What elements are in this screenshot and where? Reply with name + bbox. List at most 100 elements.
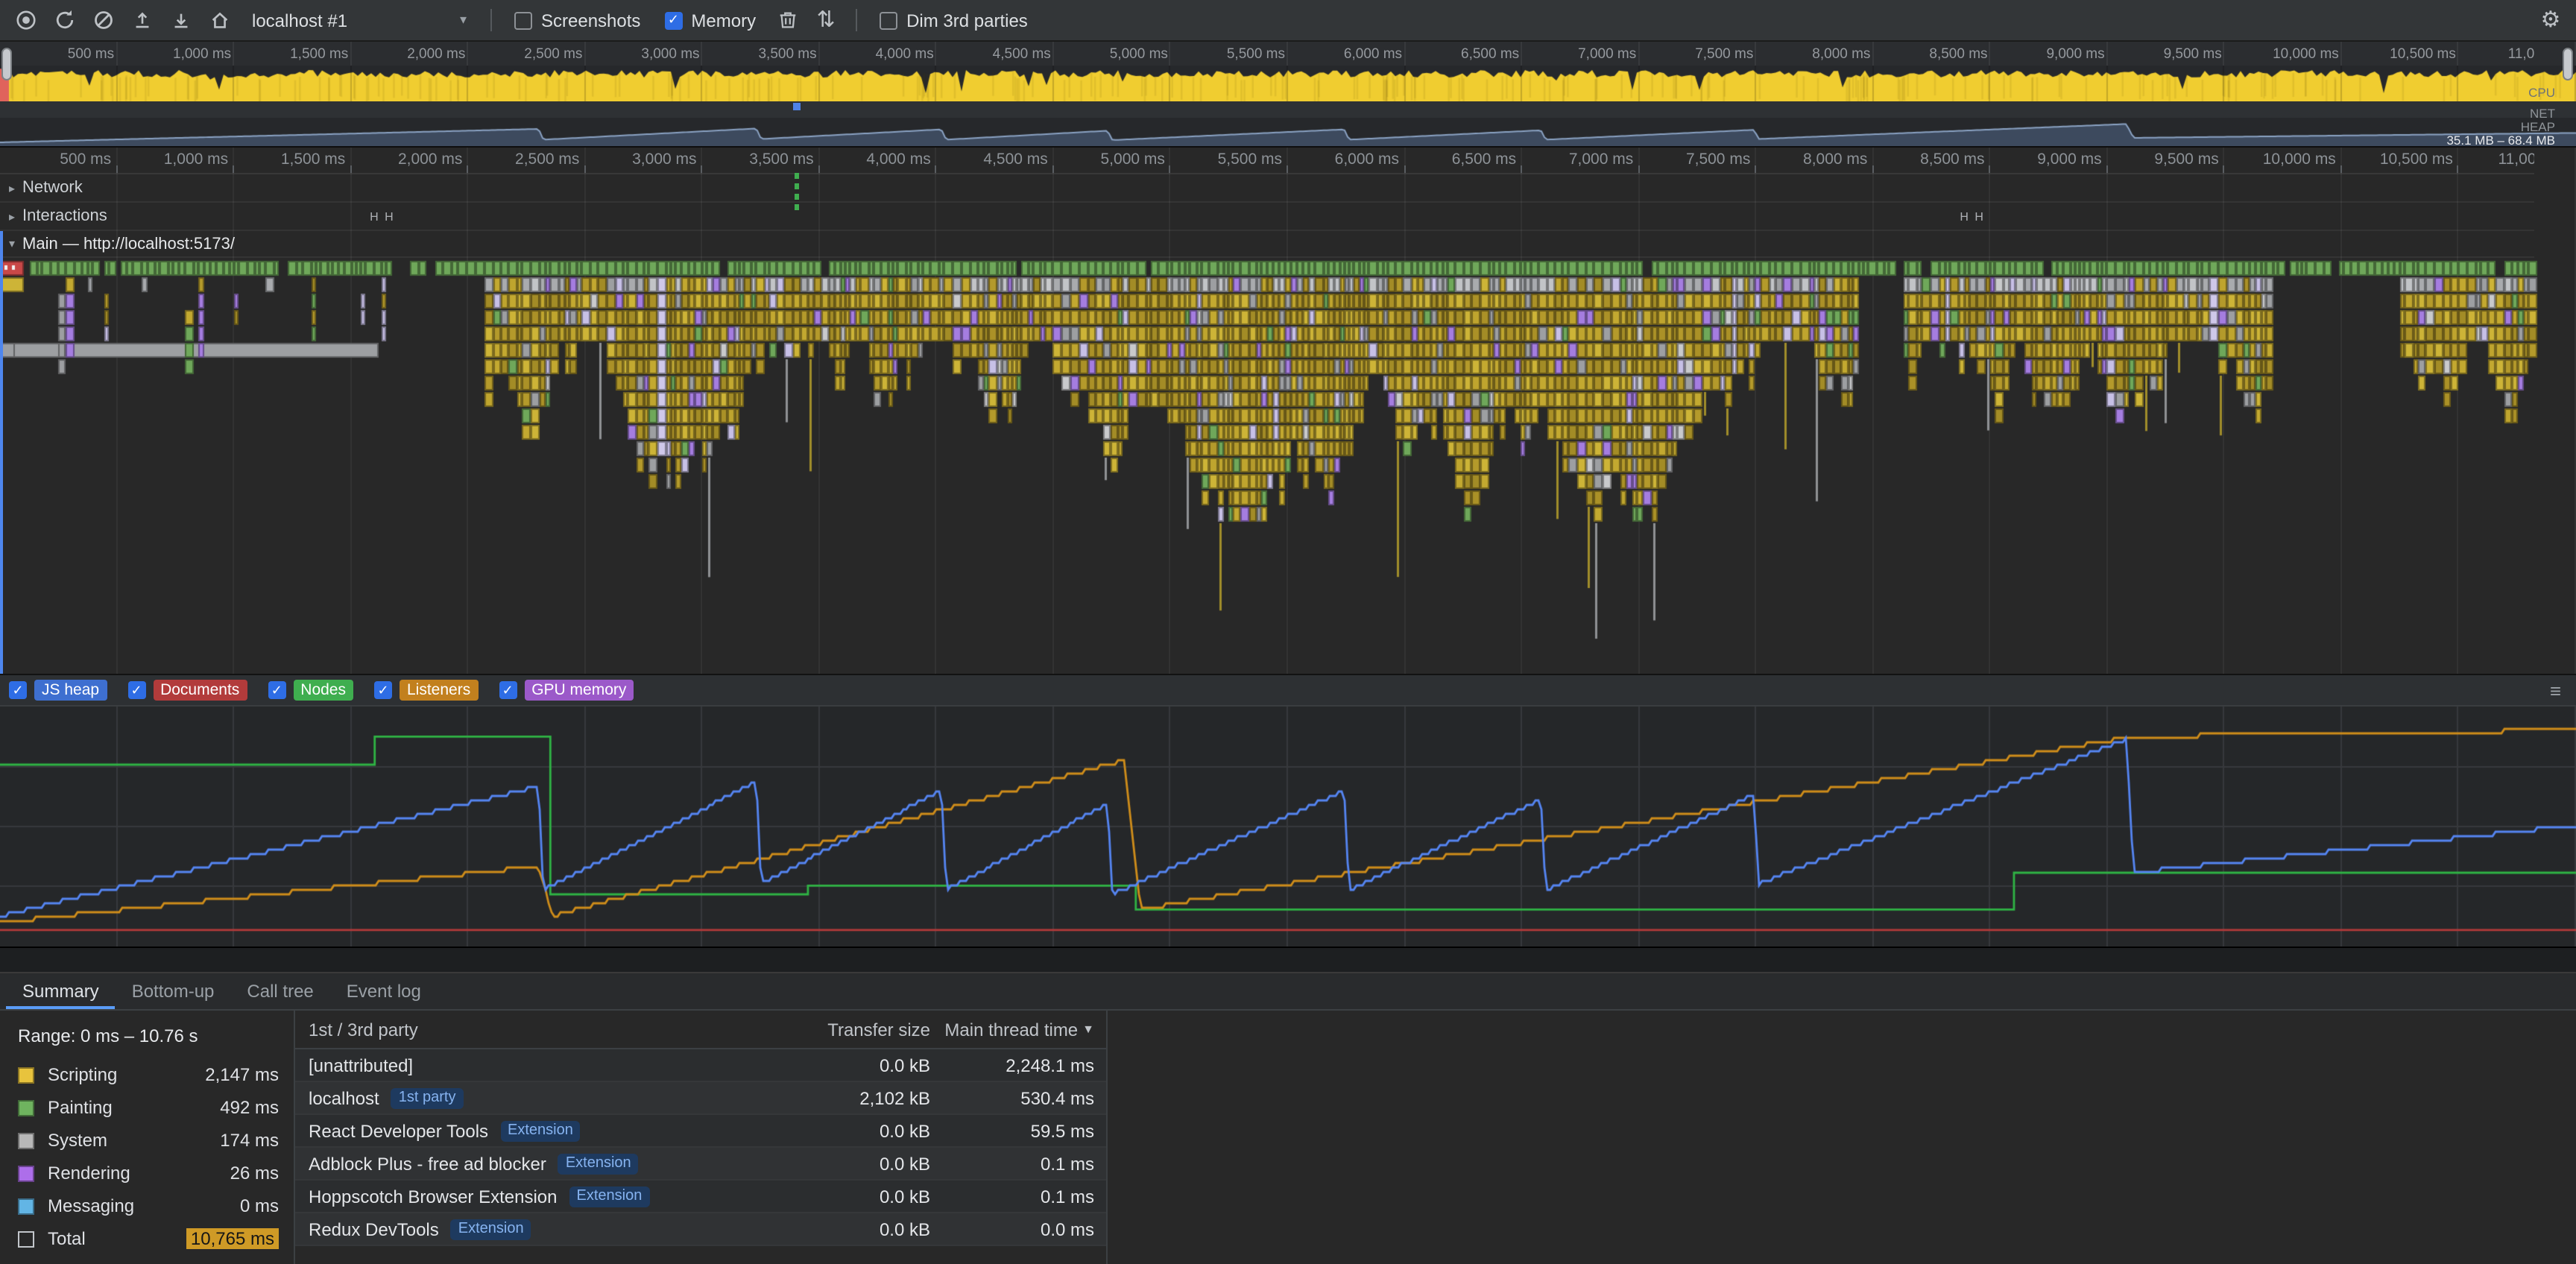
overview-tick-label: 11,000 ms [2448,46,2534,63]
col-party-header[interactable]: 1st / 3rd party [295,1019,736,1040]
table-row[interactable]: React Developer ToolsExtension0.0 kB59.5… [295,1115,1106,1148]
party-name-cell: Redux DevToolsExtension [295,1219,736,1239]
screenshots-checkbox[interactable]: Screenshots [514,10,640,31]
checkbox-checked-icon: ✓ [127,681,145,699]
party-name-text: React Developer Tools [309,1120,488,1141]
legend-row: Messaging0 ms [18,1189,279,1222]
devtools-performance-panel: localhost #1 ▾ Screenshots ✓ Memory ⇅ Di… [0,0,2576,1264]
settings-gear-icon[interactable]: ⚙ [2531,2,2570,38]
legend-value: 2,147 ms [205,1064,279,1085]
legend-swatch [18,1198,34,1214]
col-main-thread-header[interactable]: Main thread time ▼ [930,1019,1094,1040]
table-row[interactable]: localhost1st party2,102 kB530.4 ms [295,1082,1106,1115]
main-flame-chart[interactable] [0,258,2576,674]
main-thread-time-cell: 530.4 ms [930,1087,1094,1108]
ruler-tick-label: 6,000 ms [1274,151,1399,168]
legend-label: Painting [48,1097,113,1118]
session-selector[interactable]: localhost #1 ▾ [242,4,477,37]
track-network[interactable]: ▸ Network [0,174,2534,203]
session-selector-value: localhost #1 [252,10,347,31]
overview-screenshot-marker [793,103,801,110]
interaction-whisker: H H [370,210,395,224]
counter-toggle-listeners[interactable]: ✓Listeners [374,680,478,701]
toolbar-divider [490,9,492,31]
ruler-tick-label: 5,000 ms [1040,151,1165,168]
summary-panel: Range: 0 ms – 10.76 s Scripting2,147 msP… [0,1011,2576,1264]
detail-tabs: SummaryBottom-upCall treeEvent log [0,973,2576,1011]
overview-tick-label: 3,500 ms [692,46,817,63]
expanded-triangle-icon: ▾ [9,237,15,250]
legend-row: Rendering26 ms [18,1157,279,1189]
ruler-tick-label: 10,500 ms [2328,151,2453,168]
tab-summary[interactable]: Summary [6,973,116,1009]
timeline-overview[interactable]: 500 ms1,000 ms1,500 ms2,000 ms2,500 ms3,… [0,42,2576,148]
cpu-band-label: CPU [2528,86,2555,98]
home-icon [208,9,230,31]
overview-tick-label: 6,000 ms [1277,46,1402,63]
overview-tick-label: 1,500 ms [223,46,348,63]
overview-window-left-handle[interactable] [1,48,12,80]
checkbox-checked-icon: ✓ [374,681,392,699]
overview-tick-label: 4,500 ms [926,46,1051,63]
upload-icon [130,9,153,31]
heap-band-label: HEAP [2521,121,2555,133]
party-name-text: Hoppscotch Browser Extension [309,1186,558,1207]
tab-bottom-up[interactable]: Bottom-up [116,973,231,1009]
ruler-tick-label: 2,500 ms [454,151,579,168]
collect-garbage-button[interactable] [768,2,806,38]
load-profile-button[interactable] [122,2,161,38]
dim-3rd-parties-label: Dim 3rd parties [906,10,1028,31]
legend-rows: Scripting2,147 msPainting492 msSystem174… [18,1058,279,1255]
tab-event-log[interactable]: Event log [330,973,438,1009]
ruler-tick-label: 11,000 ms [2445,151,2534,168]
save-profile-button[interactable] [161,2,200,38]
table-row[interactable]: Redux DevToolsExtension0.0 kB0.0 ms [295,1213,1106,1246]
record-button[interactable] [6,2,45,38]
memory-counters-chart[interactable] [0,707,2576,947]
overview-network-band [0,101,2576,118]
overview-tick-label: 5,000 ms [1043,46,1168,63]
track-interactions[interactable]: ▸ Interactions H HH H [0,203,2534,231]
panel-split-divider[interactable] [0,947,2576,973]
table-row[interactable]: [unattributed]0.0 kB2,248.1 ms [295,1049,1106,1082]
counter-toggle-js-heap[interactable]: ✓JS heap [9,680,107,701]
overview-tick-label: 8,500 ms [1863,46,1988,63]
live-metrics-button[interactable] [200,2,239,38]
legend-value: 0 ms [240,1195,279,1216]
legend-value: 26 ms [230,1163,279,1184]
memory-checkbox[interactable]: ✓ Memory [664,10,756,31]
transfer-size-cell: 0.0 kB [736,1055,930,1075]
transfer-size-cell: 0.0 kB [736,1219,930,1239]
main-thread-time-cell: 59.5 ms [930,1120,1094,1141]
dim-3rd-parties-checkbox[interactable]: Dim 3rd parties [880,10,1028,31]
table-row[interactable]: Adblock Plus - free ad blockerExtension0… [295,1148,1106,1181]
compress-tracks-button[interactable]: ⇅ [806,2,845,38]
clear-button[interactable] [83,2,122,38]
ruler-tick-label: 9,000 ms [1977,151,2102,168]
col-transfer-header[interactable]: Transfer size [736,1019,930,1040]
track-focus-indicator [0,231,3,674]
counter-toggle-documents[interactable]: ✓Documents [127,680,247,701]
legend-swatch [18,1099,34,1116]
record-and-reload-button[interactable] [45,2,83,38]
overflow-menu-icon[interactable]: ≡ [2550,679,2561,701]
counter-toggle-nodes[interactable]: ✓Nodes [268,680,353,701]
ruler-tick-label: 9,500 ms [2094,151,2219,168]
main-thread-time-cell: 0.1 ms [930,1186,1094,1207]
party-badge: Extension [558,1153,639,1174]
chevron-down-icon: ▾ [460,12,467,28]
overview-tick-label: 500 ms [0,46,114,63]
counter-label: Nodes [293,680,353,701]
overview-tick-label: 6,500 ms [1394,46,1519,63]
main-time-ruler: 500 ms1,000 ms1,500 ms2,000 ms2,500 ms3,… [0,148,2534,174]
counter-toggle-gpu-memory[interactable]: ✓GPU memory [499,680,634,701]
tab-call-tree[interactable]: Call tree [230,973,329,1009]
track-main-header[interactable]: ▾ Main — http://localhost:5173/ [0,231,2534,258]
transfer-size-cell: 0.0 kB [736,1120,930,1141]
net-band-label: NET [2530,107,2555,119]
overview-window-right-handle[interactable] [2563,48,2573,80]
party-name-text: Redux DevTools [309,1219,439,1239]
legend-label: System [48,1130,107,1151]
total-swatch [18,1230,34,1247]
table-row[interactable]: Hoppscotch Browser ExtensionExtension0.0… [295,1181,1106,1213]
